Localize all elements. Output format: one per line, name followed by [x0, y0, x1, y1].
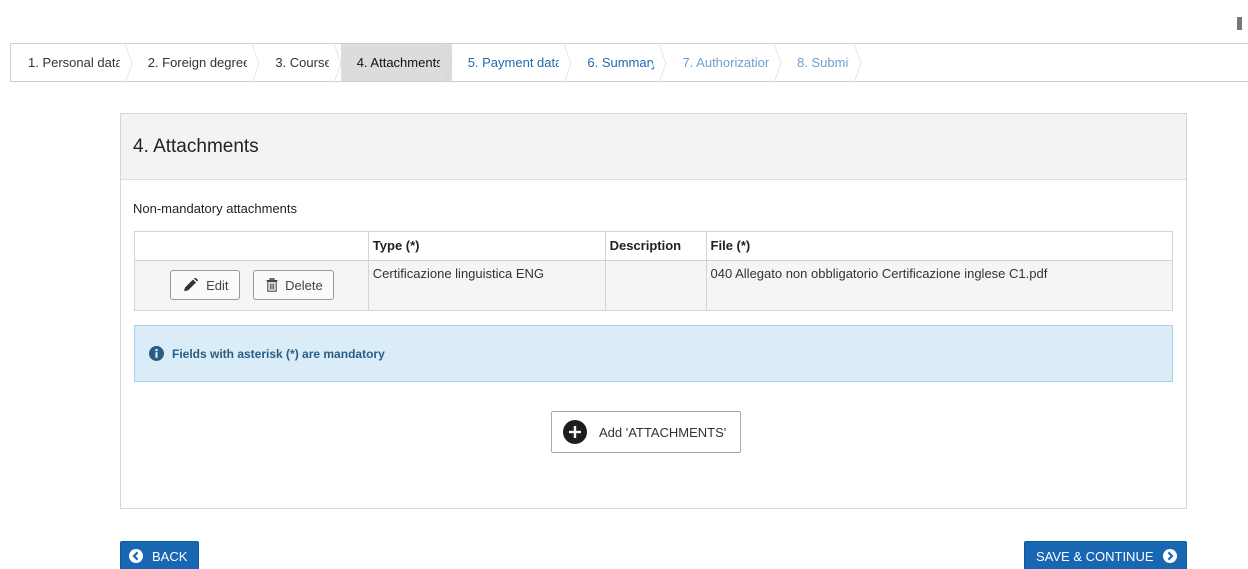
info-circle-icon — [149, 346, 164, 361]
trash-icon — [266, 278, 278, 292]
row-actions: Edit Delete — [134, 260, 369, 311]
column-header-type: Type (*) — [367, 231, 606, 261]
back-button[interactable]: BACK — [120, 541, 199, 569]
save-button-label: SAVE & CONTINUE — [1036, 548, 1154, 564]
alert-text: Fields with asterisk (*) are mandatory — [172, 346, 385, 361]
back-button-label: BACK — [152, 548, 188, 564]
cell-type: Certificazione linguistica ENG — [367, 260, 606, 311]
arrow-left-circle-icon — [129, 549, 143, 563]
attachments-table: Type (*) Description File (*) Edit Delet… — [134, 231, 1174, 311]
pencil-icon — [184, 278, 199, 291]
panel-title: 4. Attachments — [133, 135, 259, 157]
delete-button[interactable]: Delete — [253, 270, 334, 300]
cell-description — [604, 260, 707, 311]
add-attachments-button[interactable]: Add 'ATTACHMENTS' — [551, 411, 741, 453]
column-header-file: File (*) — [705, 231, 1174, 261]
step-summary[interactable]: 6. Summary — [571, 44, 667, 81]
mandatory-fields-alert: Fields with asterisk (*) are mandatory — [134, 325, 1173, 382]
table-header-row: Type (*) Description File (*) — [134, 231, 1174, 261]
column-header-actions — [134, 231, 369, 261]
step-attachments[interactable]: 4. Attachments — [340, 44, 452, 81]
section-subtitle: Non-mandatory attachments — [133, 201, 298, 216]
plus-circle-icon — [563, 420, 587, 444]
step-personal-data[interactable]: 1. Personal data — [11, 44, 132, 81]
step-payment-data[interactable]: 5. Payment data — [451, 44, 572, 81]
attachments-panel: 4. Attachments Non-mandatory attachments… — [120, 113, 1187, 509]
delete-button-label: Delete — [285, 277, 323, 293]
step-course[interactable]: 3. Course — [259, 44, 341, 81]
table-row: Edit Delete Certificazione linguistica E… — [134, 260, 1174, 311]
save-and-continue-button[interactable]: SAVE & CONTINUE — [1024, 541, 1187, 569]
column-header-description: Description — [604, 231, 707, 261]
edit-button-label: Edit — [206, 277, 229, 293]
step-authorization[interactable]: 7. Authorization — [666, 44, 782, 81]
wizard-steps: 1. Personal data 2. Foreign degree 3. Co… — [10, 43, 1248, 82]
step-foreign-degree[interactable]: 2. Foreign degree — [131, 44, 260, 81]
add-attachments-label: Add 'ATTACHMENTS' — [599, 424, 727, 440]
edit-button[interactable]: Edit — [170, 270, 240, 300]
step-submit[interactable]: 8. Submit — [781, 44, 861, 81]
scroll-indicator — [1237, 17, 1242, 30]
arrow-right-circle-icon — [1162, 549, 1177, 563]
panel-heading: 4. Attachments — [121, 114, 1186, 180]
cell-file: 040 Allegato non obbligatorio Certificaz… — [705, 260, 1174, 311]
